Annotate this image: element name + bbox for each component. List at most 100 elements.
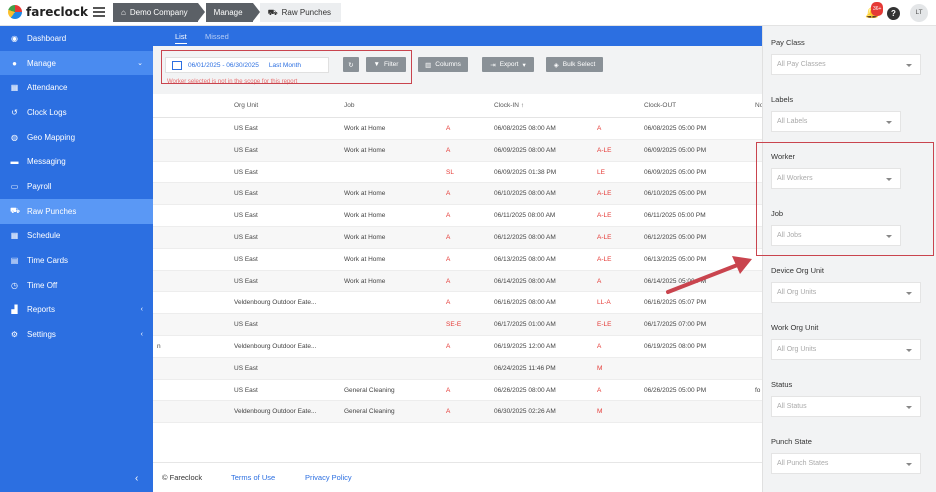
cell-first: n bbox=[157, 342, 161, 350]
cell-clock-in: 06/19/2025 12:00 AM bbox=[494, 342, 556, 350]
home-icon: ⌂ bbox=[121, 8, 126, 17]
table-row[interactable]: US East Work at Home A 06/11/2025 08:00 AM A… bbox=[153, 205, 762, 227]
cell-job: General Cleaning bbox=[344, 386, 395, 394]
punch-state-select[interactable]: All Punch States bbox=[771, 453, 921, 474]
sidebar-item-payroll[interactable]: ▭ Payroll bbox=[0, 174, 153, 199]
cell-in-flag: A bbox=[446, 146, 451, 154]
table-row[interactable]: US East Work at Home A 06/13/2025 08:00 AM A… bbox=[153, 249, 762, 271]
cell-out-flag: A bbox=[597, 125, 602, 132]
caret-down-icon bbox=[906, 292, 912, 295]
bulk-select-button[interactable]: ◈ Bulk Select bbox=[546, 57, 603, 72]
cell-clock-out: 06/09/2025 05:00 PM bbox=[644, 146, 707, 154]
tab-missed[interactable]: Missed bbox=[205, 32, 229, 41]
filter-status: Status All Status bbox=[771, 380, 921, 417]
table-row[interactable]: US East Work at Home A 06/12/2025 08:00 AM A… bbox=[153, 226, 762, 249]
cell-job: Work at Home bbox=[344, 212, 386, 220]
device-org-unit-select[interactable]: All Org Units bbox=[771, 282, 921, 303]
cell-org: US East bbox=[234, 168, 258, 176]
cell-clock-out: 06/14/2025 05:00 PM bbox=[644, 277, 707, 285]
table-row[interactable]: n Veldenbourg Outdoor Eate... A 06/19/2025 … bbox=[153, 336, 762, 358]
status-select[interactable]: All Status bbox=[771, 396, 921, 417]
chevron-down-icon: ⌄ bbox=[137, 60, 143, 68]
table-row[interactable]: US East Work at Home A 06/10/2025 08:00 AM A… bbox=[153, 183, 762, 206]
table-row[interactable]: US East Work at Home A 06/14/2025 08:00 AM A… bbox=[153, 270, 762, 293]
cell-org: US East bbox=[234, 125, 258, 132]
cell-clock-out: 06/17/2025 07:00 PM bbox=[644, 321, 707, 329]
breadcrumb-separator bbox=[197, 3, 205, 21]
columns-button[interactable]: ▥ Columns bbox=[418, 57, 468, 72]
table-row[interactable]: US East 06/24/2025 11:46 PM M bbox=[153, 357, 762, 380]
sidebar-item-manage[interactable]: ● Manage ⌄ bbox=[0, 50, 153, 76]
work-org-unit-select[interactable]: All Org Units bbox=[771, 339, 921, 360]
privacy-link[interactable]: Privacy Policy bbox=[305, 473, 352, 482]
footer: © Fareclock Terms of Use Privacy Policy bbox=[153, 462, 762, 492]
avatar[interactable]: LT bbox=[910, 4, 928, 22]
cell-clock-in: 06/09/2025 08:00 AM bbox=[494, 146, 556, 154]
filter-pay-class: Pay Class All Pay Classes bbox=[771, 38, 921, 75]
caret-down-icon bbox=[906, 406, 912, 409]
calendar-icon: ▦ bbox=[10, 231, 19, 241]
sidebar-item-geo-mapping[interactable]: ◍ Geo Mapping bbox=[0, 125, 153, 150]
brand-name: fareclock bbox=[26, 5, 88, 19]
cell-job: Work at Home bbox=[344, 233, 386, 241]
terms-link[interactable]: Terms of Use bbox=[231, 473, 275, 482]
cell-clock-in: 06/11/2025 08:00 AM bbox=[494, 212, 556, 220]
cell-out-flag: A bbox=[597, 342, 602, 350]
notification-bell-icon[interactable]: 🔔36+ bbox=[865, 2, 884, 19]
sidebar-item-settings[interactable]: ⚙ Settings ‹ bbox=[0, 322, 153, 347]
breadcrumb-company[interactable]: ⌂ Demo Company bbox=[113, 3, 198, 22]
menu-toggle-icon[interactable] bbox=[93, 7, 105, 17]
help-icon[interactable]: ? bbox=[887, 6, 900, 20]
table-row[interactable]: US East SE-E 06/17/2025 01:00 AM E-LE 06/17/… bbox=[153, 314, 762, 336]
cell-clock-in: 06/13/2025 08:00 AM bbox=[494, 255, 556, 263]
sidebar-item-attendance[interactable]: ▦ Attendance bbox=[0, 75, 153, 100]
brand-logo[interactable]: fareclock bbox=[8, 5, 88, 19]
column-org-unit[interactable]: Org Unit bbox=[234, 102, 258, 109]
sidebar-item-messaging[interactable]: ▬ Messaging bbox=[0, 149, 153, 174]
column-job[interactable]: Job bbox=[344, 102, 354, 109]
sidebar-item-raw-punches[interactable]: ⛟ Raw Punches bbox=[0, 198, 153, 224]
column-note[interactable]: No bbox=[755, 102, 762, 109]
column-clock-in[interactable]: Clock-IN ↑ bbox=[494, 102, 524, 109]
table-row[interactable]: Veldenbourg Outdoor Eate... A 06/16/2025 0… bbox=[153, 292, 762, 315]
table-row[interactable]: US East Work at Home A 06/09/2025 08:00 AM A… bbox=[153, 139, 762, 162]
sidebar-item-clock-logs[interactable]: ↺ Clock Logs bbox=[0, 100, 153, 125]
tab-list[interactable]: List bbox=[175, 32, 187, 44]
table-row[interactable]: US East Work at Home A 06/08/2025 08:00 AM A… bbox=[153, 118, 762, 140]
sidebar-item-dashboard[interactable]: ◉ Dashboard bbox=[0, 26, 153, 51]
cell-in-flag: SL bbox=[446, 168, 454, 176]
collapse-sidebar-icon[interactable]: ‹ bbox=[135, 473, 138, 484]
cell-in-flag: SE-E bbox=[446, 321, 462, 329]
labels-select[interactable]: All Labels bbox=[771, 111, 901, 132]
sidebar-item-time-off[interactable]: ◷ Time Off bbox=[0, 273, 153, 298]
cell-out-flag: LL-A bbox=[597, 299, 611, 307]
cell-job: Work at Home bbox=[344, 146, 386, 154]
export-button[interactable]: ⇥ Export ▾ bbox=[482, 57, 534, 72]
raw-punches-table: Org Unit Job Clock-IN ↑ Clock-OUT No US … bbox=[153, 94, 762, 462]
truck-icon: ⛟ bbox=[10, 206, 21, 216]
sidebar-item-reports[interactable]: ▟ Reports ‹ bbox=[0, 298, 153, 323]
view-tabs: List Missed bbox=[153, 26, 762, 46]
breadcrumb-manage[interactable]: Manage bbox=[205, 3, 253, 22]
cell-note: fo bbox=[755, 386, 761, 394]
breadcrumb-raw-punches[interactable]: ⛟ Raw Punches bbox=[259, 3, 342, 22]
sidebar-item-schedule[interactable]: ▦ Schedule bbox=[0, 224, 153, 249]
globe-icon: ◍ bbox=[11, 132, 18, 142]
chevron-left-icon: ‹ bbox=[140, 306, 143, 314]
cell-in-flag: A bbox=[446, 233, 451, 241]
columns-icon: ▥ bbox=[425, 61, 432, 69]
cell-clock-in: 06/14/2025 08:00 AM bbox=[494, 277, 556, 285]
sidebar-item-time-cards[interactable]: ▤ Time Cards bbox=[0, 248, 153, 273]
cell-in-flag: A bbox=[446, 299, 451, 307]
pay-class-select[interactable]: All Pay Classes bbox=[771, 54, 921, 75]
cell-out-flag: A bbox=[597, 277, 602, 285]
truck-icon: ⛟ bbox=[267, 7, 278, 17]
fareclock-logo-icon bbox=[8, 5, 22, 19]
table-row[interactable]: US East General Cleaning A 06/26/2025 08:00… bbox=[153, 380, 762, 402]
column-clock-out[interactable]: Clock-OUT bbox=[644, 102, 676, 109]
cell-org: US East bbox=[234, 212, 258, 220]
gear-icon: ⚙ bbox=[10, 330, 19, 340]
table-row[interactable]: US East SL 06/09/2025 01:38 PM LE 06/09/2025… bbox=[153, 162, 762, 184]
table-body: US East Work at Home A 06/08/2025 08:00 AM A… bbox=[153, 118, 762, 424]
table-row[interactable]: Veldenbourg Outdoor Eate... General Clean… bbox=[153, 401, 762, 424]
